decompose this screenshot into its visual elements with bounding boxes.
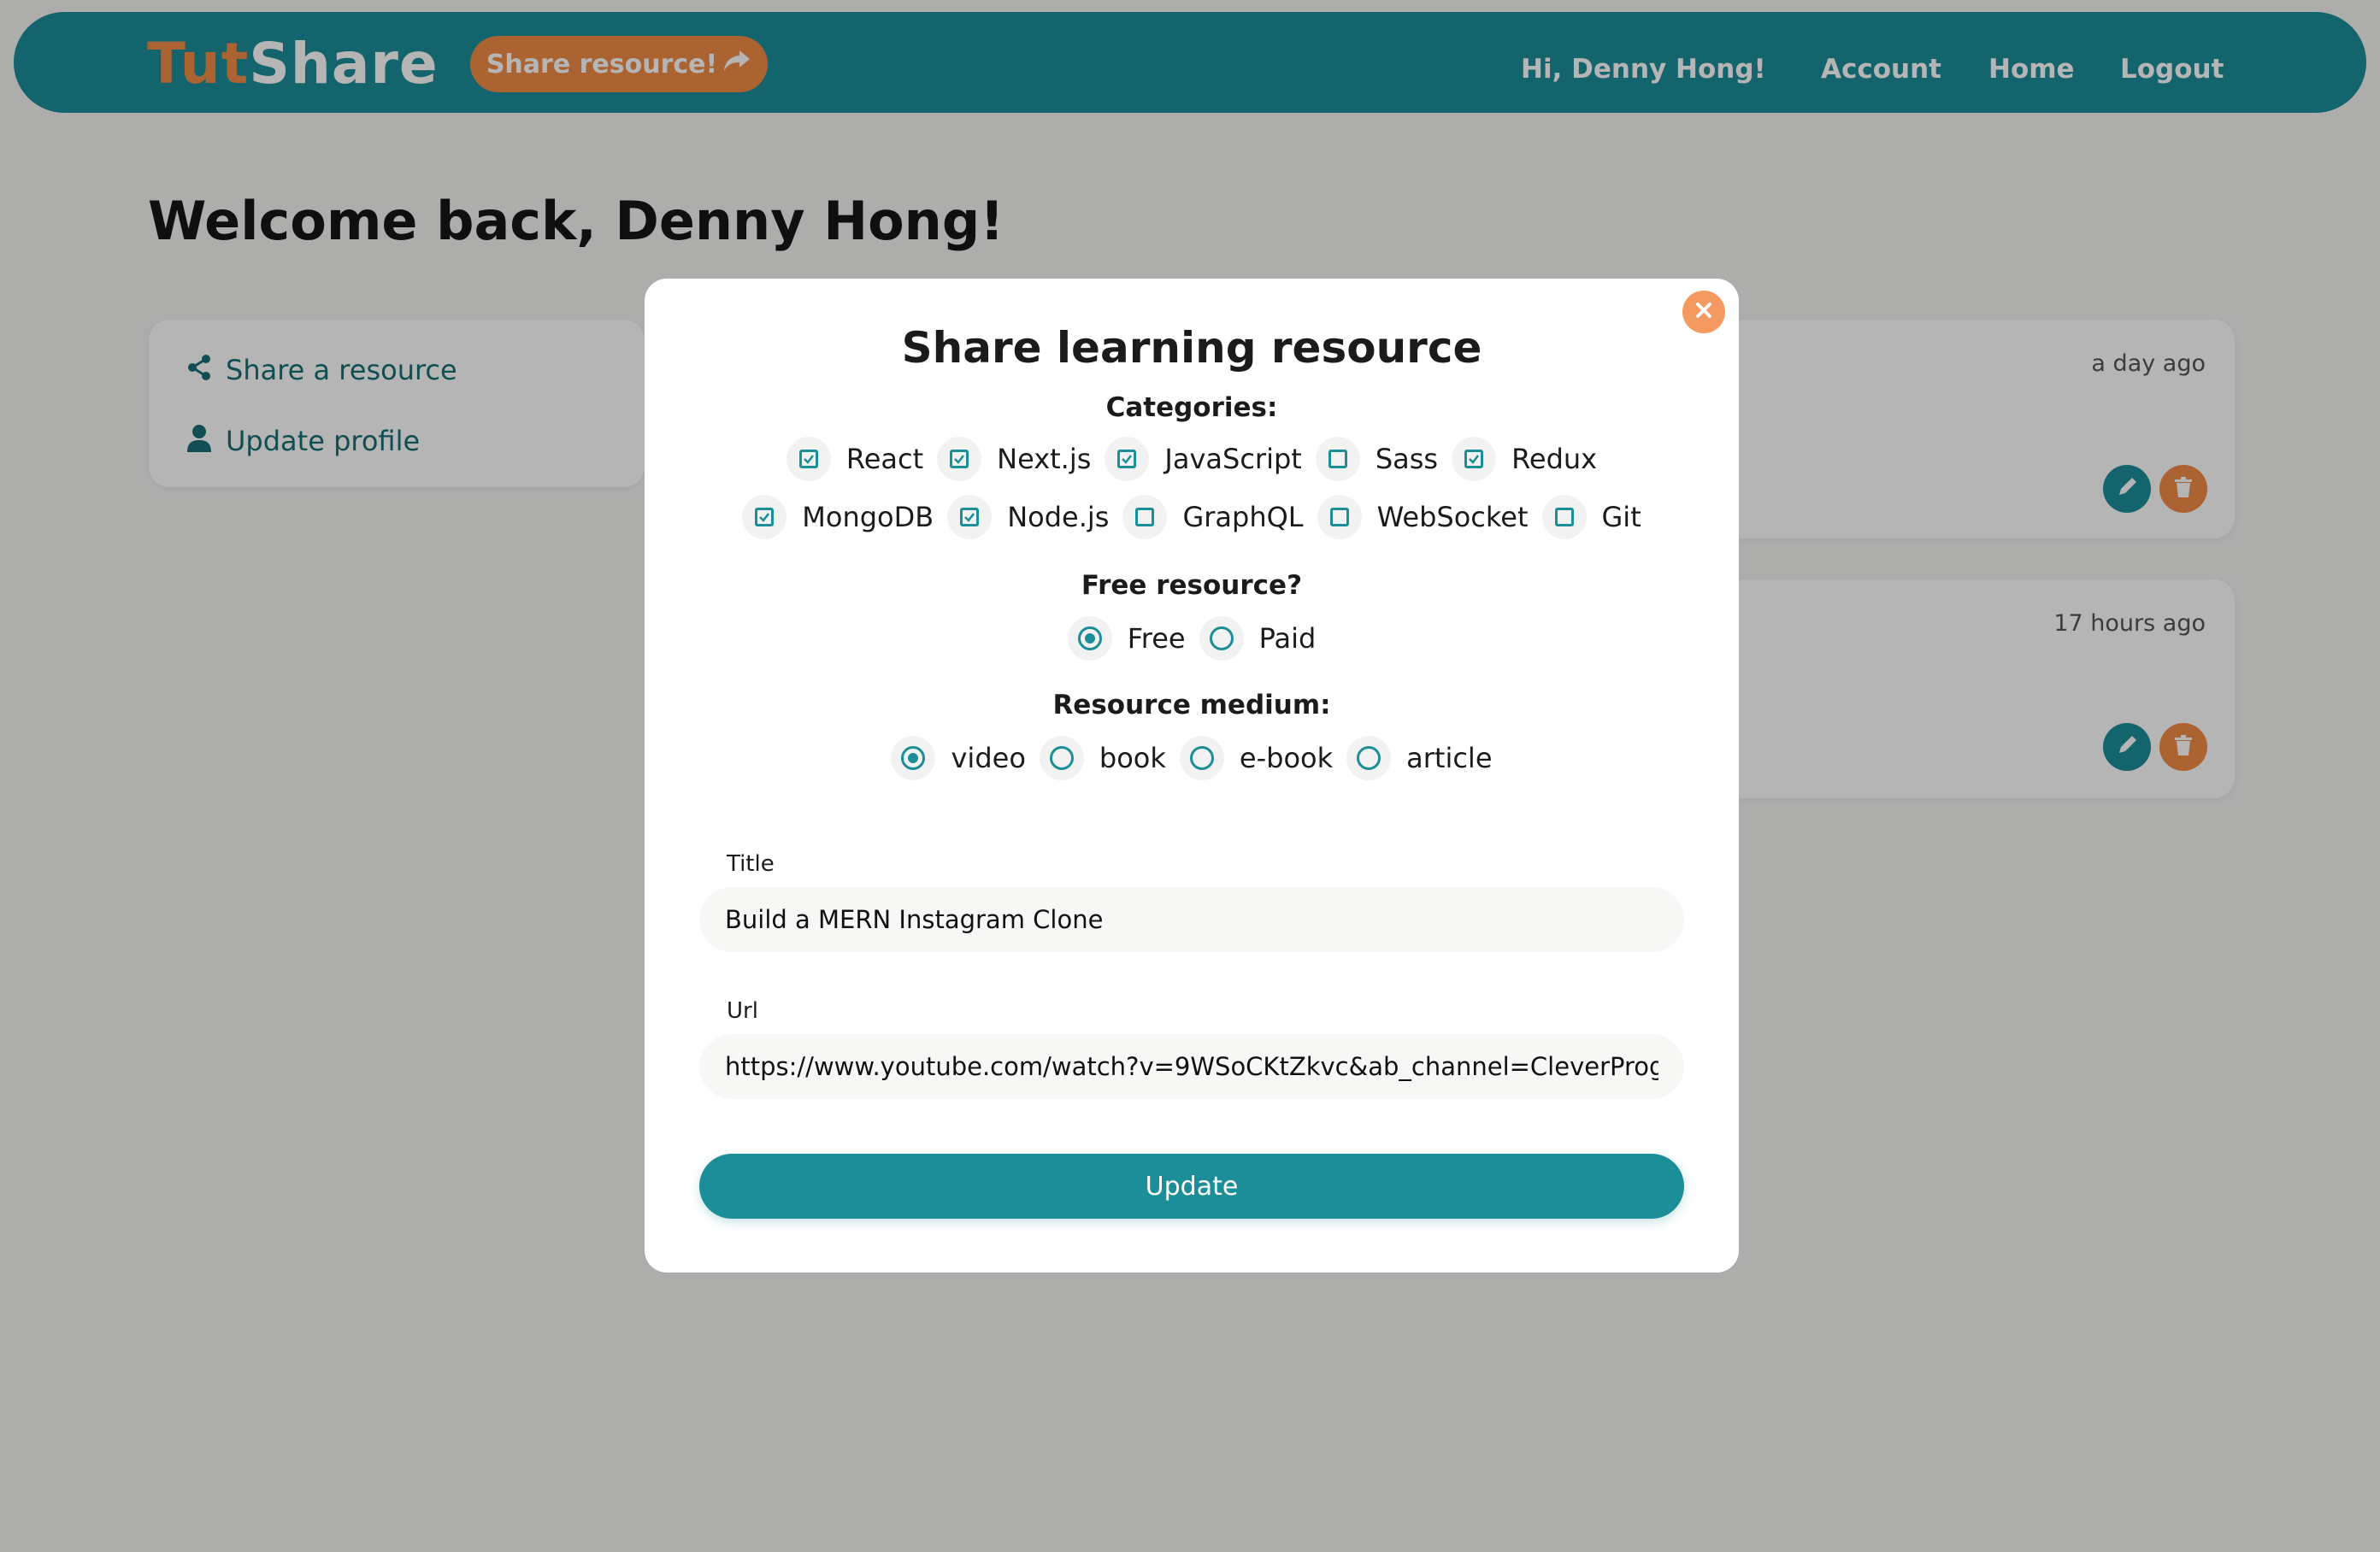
radio-circle [1189, 746, 1214, 770]
categories-label: Categories: [1105, 392, 1278, 423]
category-label: Sass [1375, 443, 1439, 475]
medium-book[interactable]: book [1039, 736, 1166, 780]
url-input[interactable] [699, 1034, 1684, 1099]
checkbox-box [1554, 508, 1574, 526]
checkbox[interactable] [742, 495, 787, 539]
category-mongodb[interactable]: MongoDB [742, 495, 934, 539]
checkbox-box [1328, 450, 1347, 468]
modal-title: Share learning resource [901, 323, 1482, 373]
radio-button[interactable] [1199, 616, 1244, 661]
category-redux[interactable]: Redux [1452, 437, 1597, 481]
title-input[interactable] [699, 887, 1684, 952]
category-label: Git [1601, 501, 1641, 533]
category-nextjs[interactable]: Next.js [937, 437, 1091, 481]
category-label: Redux [1511, 443, 1598, 475]
share-resource-modal: Share learning resource Categories: Reac… [645, 279, 1739, 1273]
categories-row: React Next.js JavaScript Sass Redux [645, 437, 1739, 481]
category-label: React [845, 443, 924, 475]
category-label: JavaScript [1164, 443, 1302, 475]
checkbox[interactable] [1122, 495, 1168, 539]
checkbox-box [1135, 508, 1155, 526]
category-react[interactable]: React [786, 437, 923, 481]
radio-button[interactable] [891, 736, 936, 780]
checkbox-box [1464, 450, 1484, 468]
radio-circle [1209, 626, 1234, 650]
categories-row: MongoDB Node.js GraphQL WebSocket Git [645, 495, 1739, 539]
checkbox[interactable] [947, 495, 993, 539]
checkbox-box [950, 450, 969, 468]
category-sass[interactable]: Sass [1315, 437, 1439, 481]
category-label: WebSocket [1376, 501, 1529, 533]
medium-video[interactable]: video [891, 736, 1026, 780]
medium-label: video [951, 742, 1026, 774]
title-field-label: Title [727, 851, 775, 877]
radio-button[interactable] [1179, 736, 1224, 780]
medium-label: book [1099, 742, 1166, 774]
checkbox[interactable] [1317, 495, 1362, 539]
checkbox-box [798, 450, 818, 468]
checkbox[interactable] [1541, 495, 1587, 539]
medium-options: video book e-book article [645, 736, 1739, 780]
checkbox[interactable] [786, 437, 831, 481]
price-options: Free Paid [645, 616, 1739, 661]
category-label: GraphQL [1182, 501, 1304, 533]
update-button[interactable]: Update [699, 1154, 1684, 1219]
checkbox[interactable] [1315, 437, 1360, 481]
category-nodejs[interactable]: Node.js [947, 495, 1109, 539]
category-label: Node.js [1007, 501, 1110, 533]
radio-circle [1357, 746, 1381, 770]
radio-button[interactable] [1067, 616, 1112, 661]
url-field-label: Url [727, 998, 758, 1024]
medium-article[interactable]: article [1346, 736, 1493, 780]
medium-label: article [1406, 742, 1493, 774]
radio-dot [908, 753, 919, 763]
checkbox-box [1117, 450, 1137, 468]
category-git[interactable]: Git [1541, 495, 1641, 539]
radio-circle [1049, 746, 1074, 770]
category-label: Next.js [997, 443, 1092, 475]
category-javascript[interactable]: JavaScript [1105, 437, 1302, 481]
medium-label: e-book [1239, 742, 1334, 774]
radio-circle [1077, 626, 1102, 650]
radio-button[interactable] [1039, 736, 1084, 780]
checkbox[interactable] [1105, 437, 1150, 481]
price-label: Free [1127, 622, 1186, 655]
free-resource-label: Free resource? [1081, 570, 1303, 601]
radio-circle [901, 746, 926, 770]
price-label: Paid [1258, 622, 1317, 655]
category-websocket[interactable]: WebSocket [1317, 495, 1529, 539]
category-label: MongoDB [802, 501, 934, 533]
checkbox-box [755, 508, 775, 526]
checkbox[interactable] [937, 437, 982, 481]
checkbox-box [1329, 508, 1349, 526]
resource-medium-label: Resource medium: [1052, 690, 1331, 720]
checkbox-box [960, 508, 980, 526]
close-icon [1694, 301, 1713, 323]
radio-dot [1084, 633, 1095, 644]
price-paid[interactable]: Paid [1199, 616, 1317, 661]
medium-ebook[interactable]: e-book [1179, 736, 1334, 780]
price-free[interactable]: Free [1067, 616, 1186, 661]
category-graphql[interactable]: GraphQL [1122, 495, 1304, 539]
checkbox[interactable] [1452, 437, 1497, 481]
radio-button[interactable] [1346, 736, 1392, 780]
